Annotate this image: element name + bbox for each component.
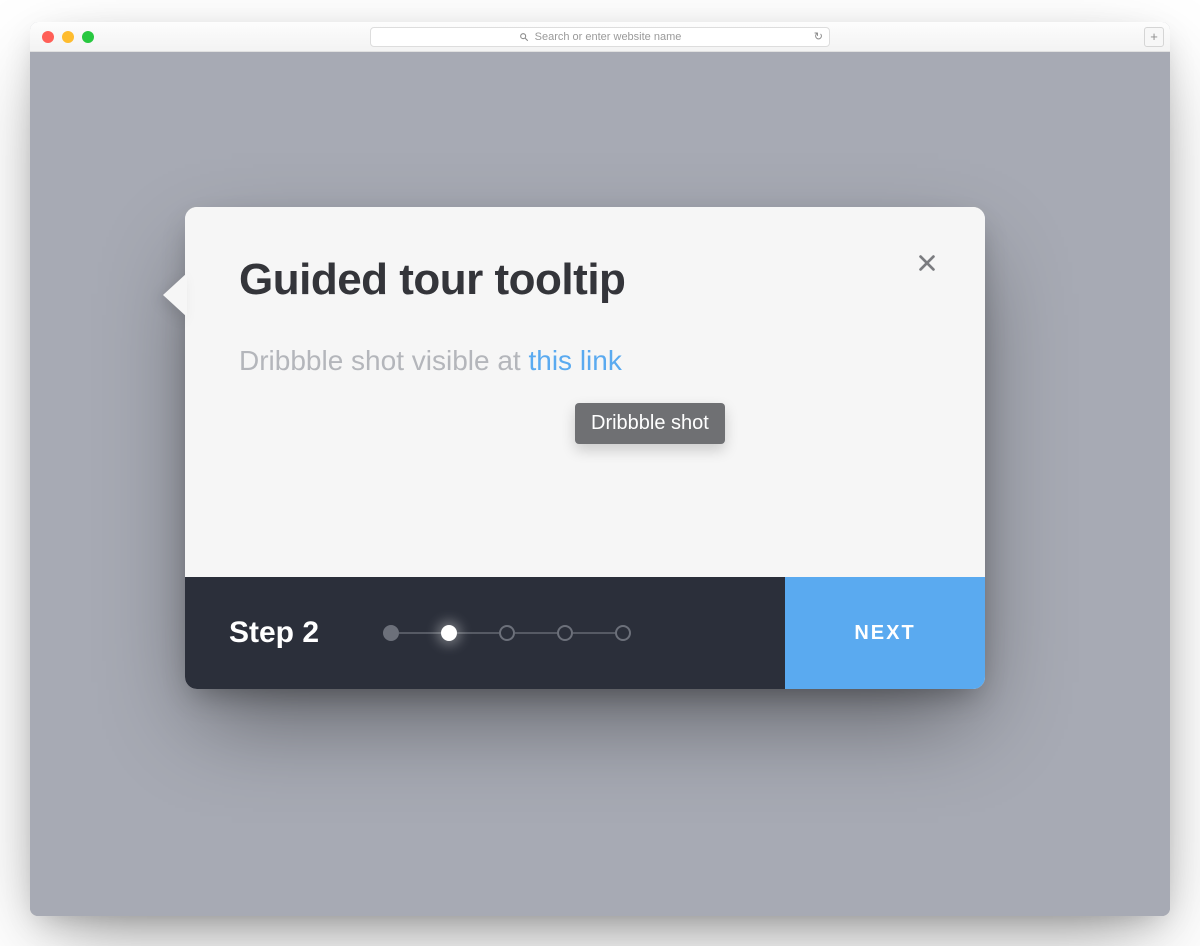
window-maximize-icon[interactable] [82, 31, 94, 43]
progress-indicator [383, 625, 631, 641]
next-button[interactable]: NEXT [785, 577, 985, 689]
progress-line [399, 632, 441, 634]
viewport: Guided tour tooltip Dribbble shot visibl… [30, 52, 1170, 916]
tooltip-subtitle-text: Dribbble shot visible at [239, 345, 528, 376]
progress-dot-2[interactable] [441, 625, 457, 641]
search-icon [519, 32, 529, 42]
tooltip-subtitle: Dribbble shot visible at this link [239, 345, 931, 377]
reload-icon[interactable]: ↻ [814, 30, 823, 43]
browser-window: Search or enter website name ↻ + [30, 22, 1170, 916]
progress-line [457, 632, 499, 634]
window-close-icon[interactable] [42, 31, 54, 43]
address-bar[interactable]: Search or enter website name ↻ [370, 27, 830, 47]
progress-dot-5[interactable] [615, 625, 631, 641]
window-controls [42, 31, 94, 43]
guided-tour-tooltip: Guided tour tooltip Dribbble shot visibl… [185, 207, 985, 689]
progress-line [515, 632, 557, 634]
close-button[interactable] [911, 249, 943, 281]
tooltip-body: Guided tour tooltip Dribbble shot visibl… [185, 207, 985, 577]
step-label: Step 2 [229, 616, 319, 650]
tooltip-footer: Step 2 [185, 577, 985, 689]
tooltip-footer-left: Step 2 [185, 577, 785, 689]
tooltip-subtitle-link[interactable]: this link [528, 345, 621, 376]
link-hover-tooltip: Dribbble shot [575, 403, 725, 444]
window-minimize-icon[interactable] [62, 31, 74, 43]
browser-chrome: Search or enter website name ↻ + [30, 22, 1170, 52]
progress-dot-3[interactable] [499, 625, 515, 641]
progress-line [573, 632, 615, 634]
tooltip-title: Guided tour tooltip [239, 255, 931, 305]
address-bar-wrap: Search or enter website name ↻ [370, 27, 830, 47]
progress-dot-1[interactable] [383, 625, 399, 641]
new-tab-button[interactable]: + [1144, 27, 1164, 47]
address-placeholder: Search or enter website name [535, 31, 682, 43]
stage: Search or enter website name ↻ + [0, 0, 1200, 946]
progress-dot-4[interactable] [557, 625, 573, 641]
close-icon [916, 252, 938, 279]
next-button-label: NEXT [854, 622, 915, 645]
